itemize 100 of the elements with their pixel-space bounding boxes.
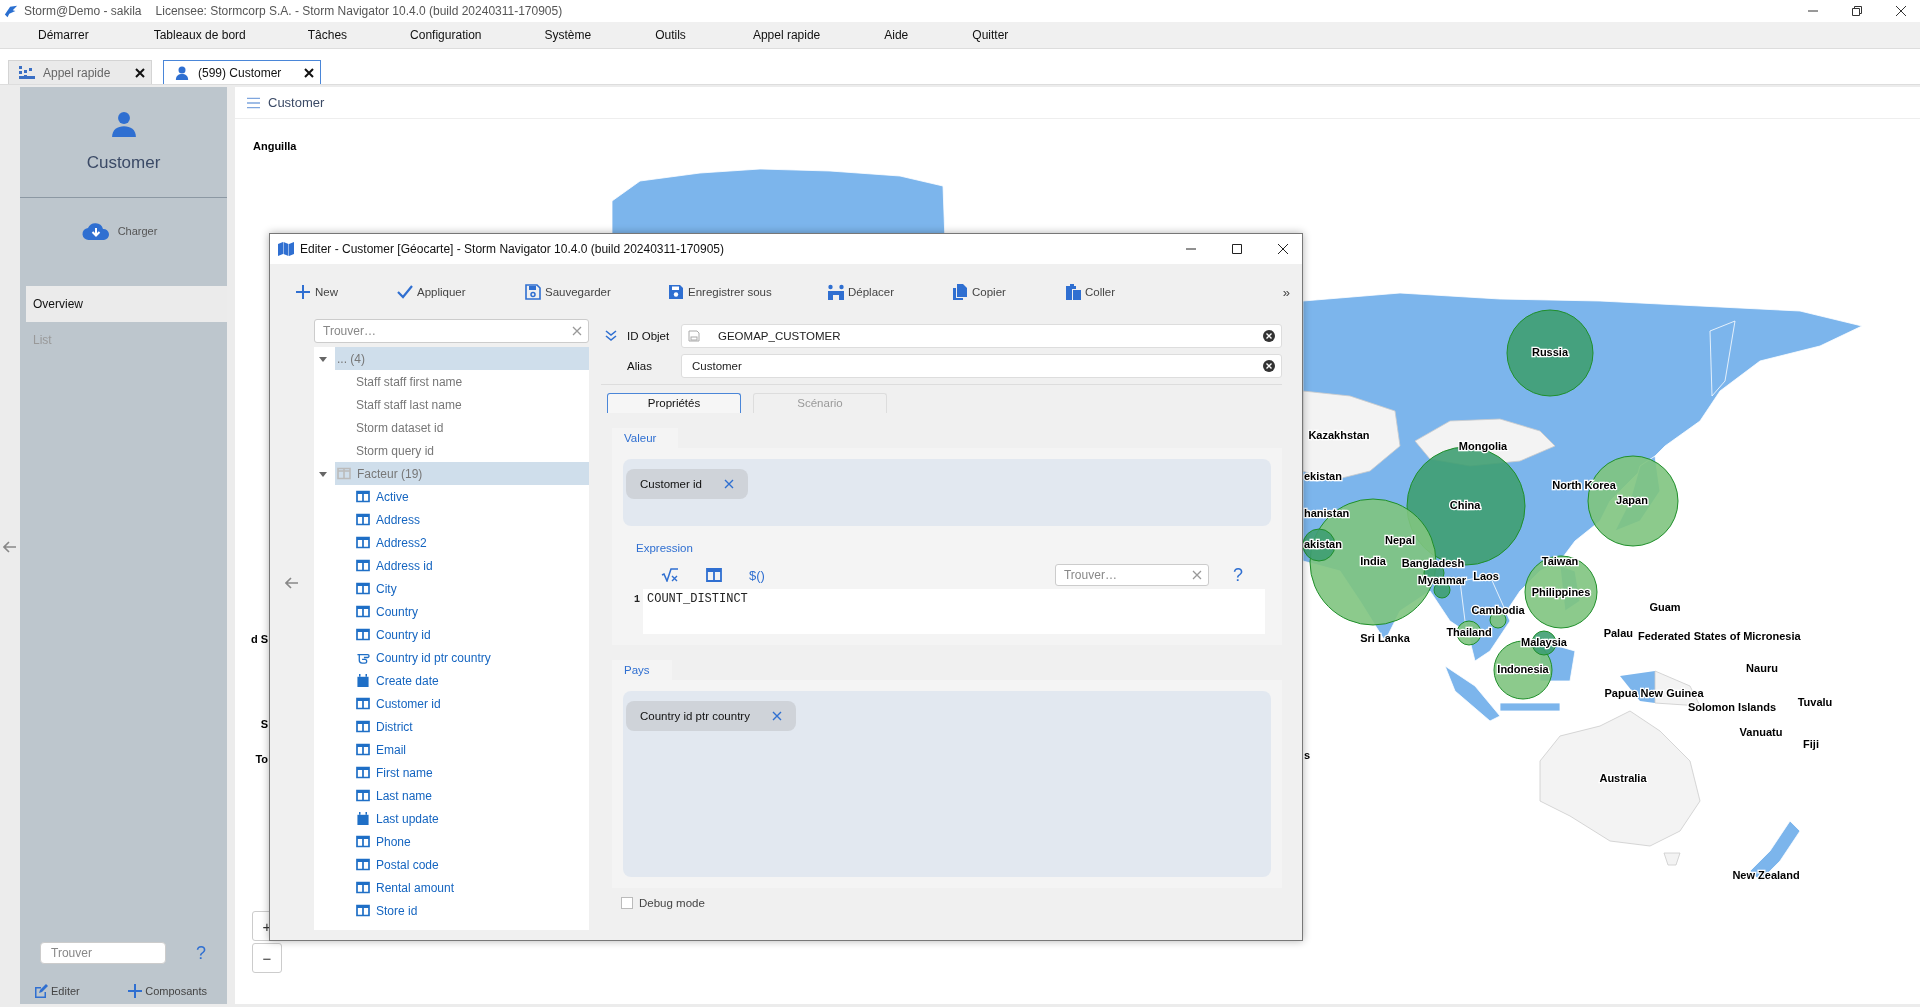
document-tab[interactable]: (599) Customer (163, 60, 321, 84)
edit-icon (34, 984, 48, 998)
sidebar-item[interactable]: Overview (26, 286, 227, 322)
more-button[interactable]: » (1282, 284, 1290, 300)
menu-item[interactable]: Aide (884, 28, 909, 42)
license-text: Licensee: Stormcorp S.A. - Storm Navigator 10.4.0 (build 20240311-170905) (155, 4, 563, 18)
checkbox[interactable] (621, 897, 633, 909)
country-label: Vanuatu (1739, 725, 1783, 738)
table-icon (356, 536, 370, 549)
field-chip[interactable]: Country id ptr country (626, 701, 796, 731)
function-icon[interactable] (661, 568, 679, 582)
tree-item[interactable]: Create date (314, 669, 589, 692)
caret-icon[interactable] (319, 469, 327, 478)
menu-item[interactable]: Appel rapide (752, 28, 821, 42)
table-icon[interactable] (705, 568, 723, 582)
menu-item[interactable]: Configuration (410, 28, 482, 42)
toolbar-button[interactable]: Enregistrer sous (667, 284, 827, 300)
toolbar-button[interactable]: Appliquer (396, 284, 524, 300)
data-bubble[interactable] (1524, 555, 1598, 629)
menu-item[interactable]: Outils (655, 28, 686, 42)
clear-icon[interactable] (1263, 360, 1275, 372)
tree-item[interactable]: Country id ptr country (314, 646, 589, 669)
window-title: Storm@Demo - sakila (24, 4, 142, 18)
code-line: COUNT_DISTINCT (646, 592, 748, 606)
table-icon (356, 743, 370, 756)
menu-item[interactable]: Quitter (972, 28, 1009, 42)
tree-item[interactable]: Postal code (314, 853, 589, 876)
country-label: Palau (1603, 626, 1633, 639)
tree-item[interactable]: Staff staff last name (314, 393, 589, 416)
country-label: China (1449, 498, 1481, 511)
search-field[interactable]: Trouver… (1055, 564, 1209, 586)
tree-item[interactable]: Staff staff first name (314, 370, 589, 393)
toolbar-button[interactable]: Coller (1064, 284, 1144, 300)
menu-item[interactable]: Système (544, 28, 592, 42)
menu-item[interactable]: Démarrer (38, 28, 89, 42)
close-icon[interactable] (1278, 244, 1288, 254)
document-tab[interactable]: Appel rapide (8, 60, 152, 84)
variable-button[interactable]: $() (749, 567, 765, 583)
tree-item[interactable]: Email (314, 738, 589, 761)
load-button[interactable]: Charger (20, 198, 227, 264)
tree-item[interactable]: Country id (314, 623, 589, 646)
country-label: Guam (1649, 600, 1681, 613)
tree-item[interactable]: Store id (314, 899, 589, 922)
country-label: Australia (1599, 771, 1647, 784)
tree-item[interactable]: Last update (314, 807, 589, 830)
sidebar-title: Customer (86, 153, 161, 173)
alias-field[interactable]: Customer (681, 354, 1282, 378)
toolbar-button[interactable]: Sauvegarder (524, 284, 667, 300)
toolbar-button[interactable]: New (294, 284, 396, 300)
tree-item[interactable]: Country (314, 600, 589, 623)
field-chip[interactable]: Customer id (626, 469, 748, 499)
toolbar-button[interactable]: Copier (951, 284, 1064, 300)
help-link[interactable]: ? (1233, 564, 1243, 586)
table-icon (356, 605, 370, 618)
tree-item[interactable]: Rental amount (314, 876, 589, 899)
collapse-icon[interactable] (605, 330, 617, 342)
tree-item[interactable]: Last name (314, 784, 589, 807)
footer-button[interactable]: Editer (34, 984, 80, 998)
land-shape (1663, 852, 1681, 866)
menu-item[interactable]: Tâches (307, 28, 348, 42)
tree-item[interactable]: Address2 (314, 531, 589, 554)
id-field[interactable]: GEOMAP_CUSTOMER (681, 324, 1282, 348)
close-icon[interactable] (304, 67, 314, 78)
search-field[interactable]: Trouver… (314, 319, 589, 343)
save-icon (524, 284, 542, 300)
clear-icon[interactable] (1263, 330, 1275, 342)
caret-icon[interactable] (319, 354, 327, 363)
tree-item[interactable]: Address id (314, 554, 589, 577)
tree-item[interactable]: District (314, 715, 589, 738)
line-number: 1 (631, 593, 643, 605)
back-arrow-icon[interactable] (3, 540, 17, 553)
tree-item[interactable]: First name (314, 761, 589, 784)
checkbox-label: Debug mode (639, 897, 705, 909)
maximize-icon[interactable] (1232, 244, 1242, 254)
menu-item[interactable]: Tableaux de bord (153, 28, 246, 42)
table-icon (356, 697, 370, 710)
back-arrow-icon[interactable] (285, 577, 299, 589)
tree-item[interactable]: Storm dataset id (314, 416, 589, 439)
search-field[interactable]: Trouver (40, 942, 166, 964)
toolbar-button[interactable]: Déplacer (827, 284, 951, 300)
copy-icon (951, 284, 969, 300)
tree-item[interactable]: Storm query id (314, 439, 589, 462)
table-icon (356, 904, 370, 917)
tree-item[interactable]: Customer id (314, 692, 589, 715)
close-icon[interactable] (135, 67, 145, 78)
tree-item[interactable]: City (314, 577, 589, 600)
remove-icon[interactable] (724, 479, 734, 489)
country-label: India (1360, 554, 1386, 567)
properties-tab[interactable]: Propriétés (607, 393, 741, 413)
tree-item[interactable]: Active (314, 485, 589, 508)
restore-icon[interactable] (1852, 6, 1862, 16)
footer-button[interactable]: Composants (128, 984, 207, 998)
table-icon (356, 628, 370, 641)
remove-icon[interactable] (771, 711, 782, 721)
expression-label: Expression (636, 542, 694, 554)
close-icon[interactable] (1896, 6, 1906, 16)
group-label: Facteur (19) (357, 466, 423, 481)
tree-item[interactable]: Address (314, 508, 589, 531)
tree-item[interactable]: Phone (314, 830, 589, 853)
zoom-button[interactable]: − (252, 943, 282, 973)
